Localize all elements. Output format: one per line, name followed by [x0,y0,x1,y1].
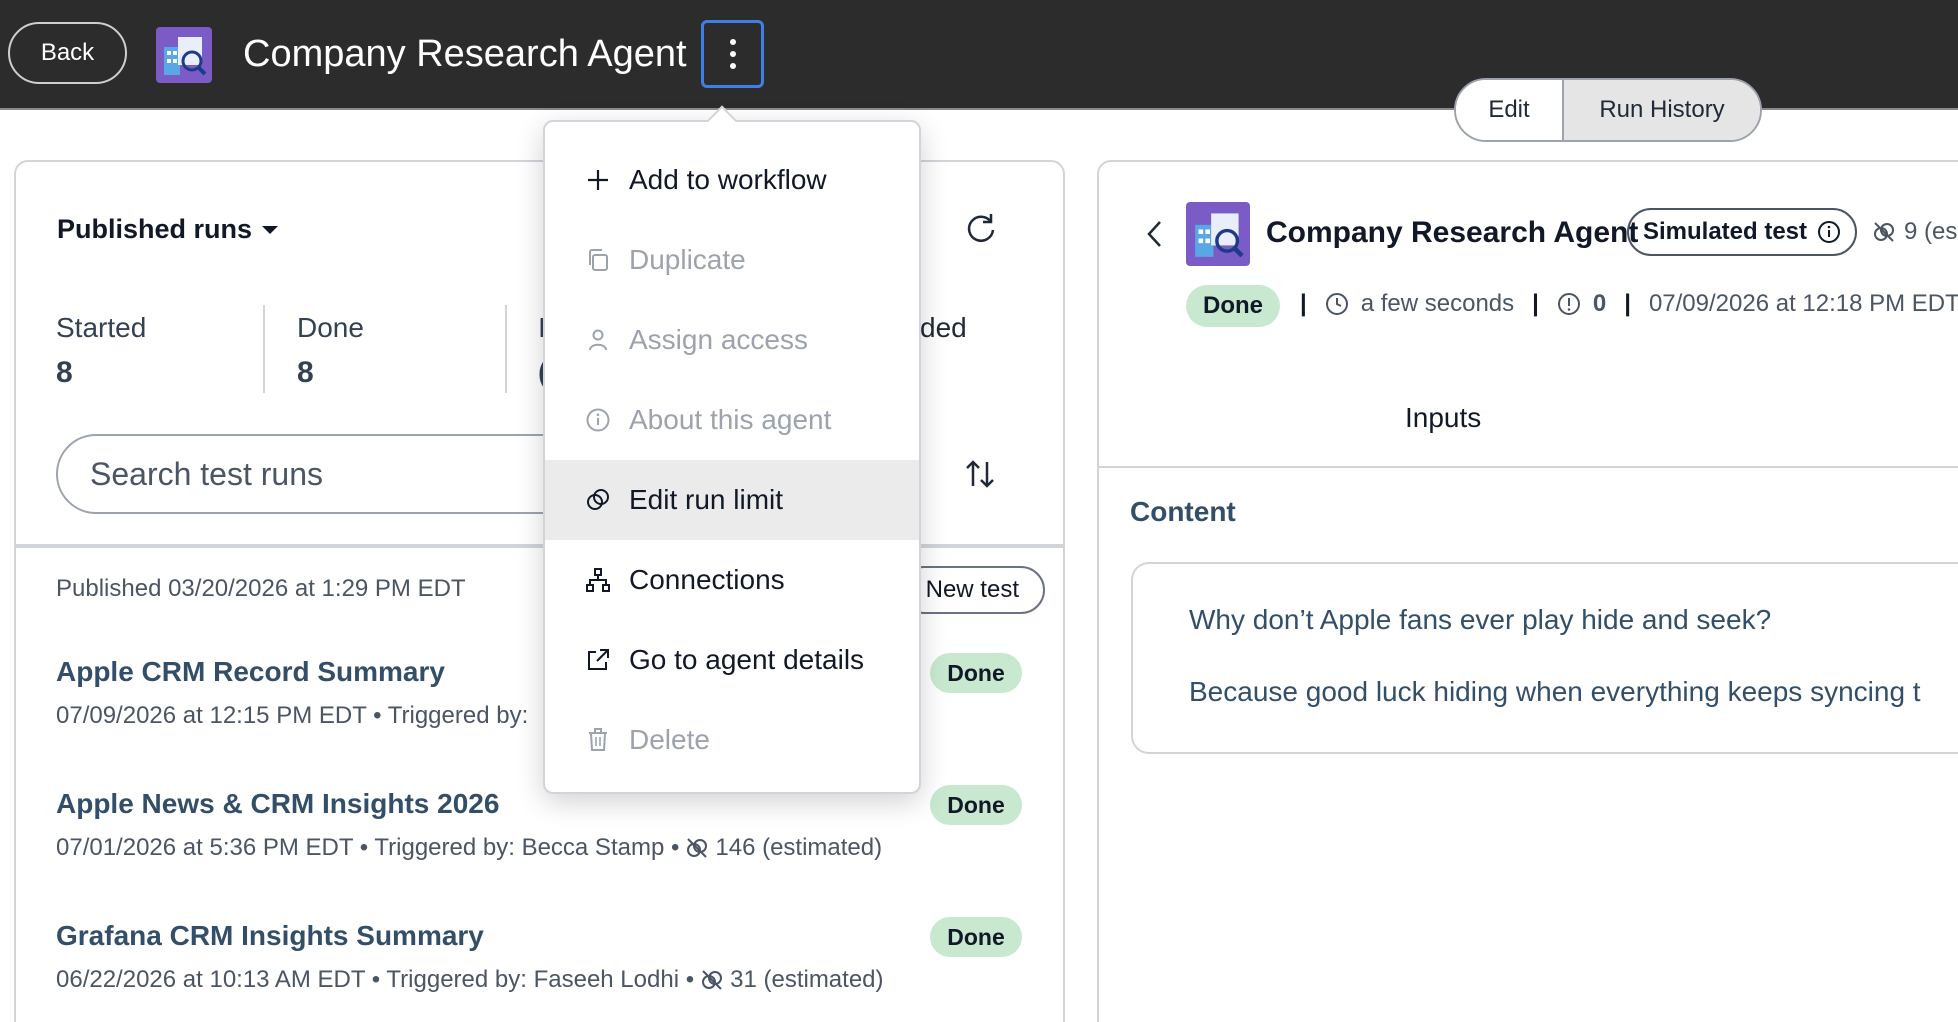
stat-label: Started [56,312,147,343]
run-meta: 06/22/2026 at 10:13 AM EDT • Triggered b… [56,966,1036,994]
tab-divider [1099,466,1958,468]
copy-icon [585,247,611,273]
run-meta-text: 07/01/2026 at 5:36 PM EDT • Triggered by… [56,834,680,861]
menu-item-label: Add to workflow [629,164,827,195]
menu-item-label: Go to agent details [629,644,865,675]
run-list-item[interactable]: Grafana CRM Insights Summary 06/22/2026 … [56,920,1036,994]
external-link-icon [585,647,611,673]
coins-icon [702,970,723,990]
status-badge: Done [930,785,1022,825]
run-duration: a few seconds [1360,290,1515,317]
menu-item-about-agent[interactable]: About this agent [545,380,919,460]
menu-arrow [706,105,738,137]
status-badge: Done [930,917,1022,957]
run-cost: 31 (estimated) [730,966,884,993]
clock-icon [1325,293,1348,315]
content-box: Why don’t Apple fans ever play hide and … [1131,562,1958,754]
menu-item-assign-access[interactable]: Assign access [545,300,919,380]
error-count: 0 [1592,290,1607,317]
menu-item-connections[interactable]: Connections [545,540,919,620]
building-search-icon [1186,202,1250,266]
badge-label: Simulated test [1642,218,1808,245]
menu-item-agent-details[interactable]: Go to agent details [545,620,919,700]
page-title: Company Research Agent [243,33,687,75]
menu-item-label: About this agent [629,404,832,435]
stat-divider [263,305,265,393]
published-date: Published 03/20/2026 at 1:29 PM EDT [56,575,466,602]
network-icon [585,567,611,593]
caret-down-icon [262,225,279,234]
menu-item-label: Connections [629,564,785,595]
published-runs-dropdown[interactable]: Published runs [57,214,279,245]
run-detail-title: Company Research Agent [1266,216,1639,249]
separator: | [1300,290,1307,317]
status-badge: Done [1186,285,1280,327]
menu-item-label: Duplicate [629,244,746,275]
run-cost: 9 (es [1872,218,1957,246]
menu-item-add-to-workflow[interactable]: Add to workflow [545,140,919,220]
stat-started: Started 8 [56,312,146,390]
refresh-icon[interactable] [963,210,999,246]
run-history-tab[interactable]: Run History [1564,80,1760,140]
building-search-icon [156,27,212,83]
run-cost: 146 (estimated) [715,834,883,861]
simulated-test-badge: Simulated test [1627,208,1857,256]
coins-icon [687,838,708,858]
run-title[interactable]: Grafana CRM Insights Summary [56,920,1036,952]
menu-item-label: Assign access [629,324,808,355]
info-icon [585,407,611,433]
edit-tab[interactable]: Edit [1456,80,1564,140]
stat-divider [505,305,507,393]
trash-icon [585,727,611,753]
content-heading: Content [1130,496,1236,527]
stat-done: Done 8 [297,312,364,390]
menu-item-label: Delete [629,724,710,755]
run-meta-text: 07/09/2026 at 12:15 PM EDT • Triggered b… [56,702,529,729]
menu-item-label: Edit run limit [629,484,784,515]
kebab-menu-icon [729,39,736,69]
back-button[interactable]: Back [8,22,127,84]
coins-icon [585,487,611,513]
stat-value: 8 [297,356,314,389]
separator: | [1624,290,1631,317]
published-runs-label: Published runs [57,214,253,244]
menu-item-duplicate[interactable]: Duplicate [545,220,919,300]
menu-item-delete[interactable]: Delete [545,700,919,780]
stat-value: 8 [56,356,73,389]
run-cost-value: 9 (es [1904,218,1958,245]
separator: | [1532,290,1539,317]
plus-icon [585,167,611,193]
agent-options-menu: Add to workflow Duplicate Assign access … [543,105,921,794]
view-toggle: Edit Run History [1454,78,1762,142]
sort-icon[interactable] [962,456,998,492]
run-meta: 07/01/2026 at 5:36 PM EDT • Triggered by… [56,834,1036,862]
menu-item-edit-run-limit[interactable]: Edit run limit [545,460,919,540]
run-timestamp: 07/09/2026 at 12:18 PM EDT [1648,290,1958,317]
more-options-button[interactable] [701,20,764,88]
info-icon[interactable] [1817,220,1841,244]
chevron-left-icon[interactable] [1143,218,1167,250]
partial-stat-label: ded [920,312,967,343]
tab-inputs[interactable]: Inputs [1405,402,1481,434]
content-line: Why don’t Apple fans ever play hide and … [1189,604,1772,635]
run-meta-text: 06/22/2026 at 10:13 AM EDT • Triggered b… [56,966,695,993]
person-icon [585,327,611,353]
status-badge: Done [930,653,1022,693]
run-list-item[interactable]: Apple News & CRM Insights 2026 07/01/202… [56,788,1036,862]
content-line: Because good luck hiding when everything… [1189,676,1921,707]
error-count-icon [1557,293,1580,315]
stat-label: Done [297,312,364,343]
coins-icon [1874,222,1894,242]
new-test-button[interactable]: New test [900,566,1045,614]
run-detail-meta: | a few seconds | 0 | 07/09/2026 at 12:1… [1294,290,1958,318]
